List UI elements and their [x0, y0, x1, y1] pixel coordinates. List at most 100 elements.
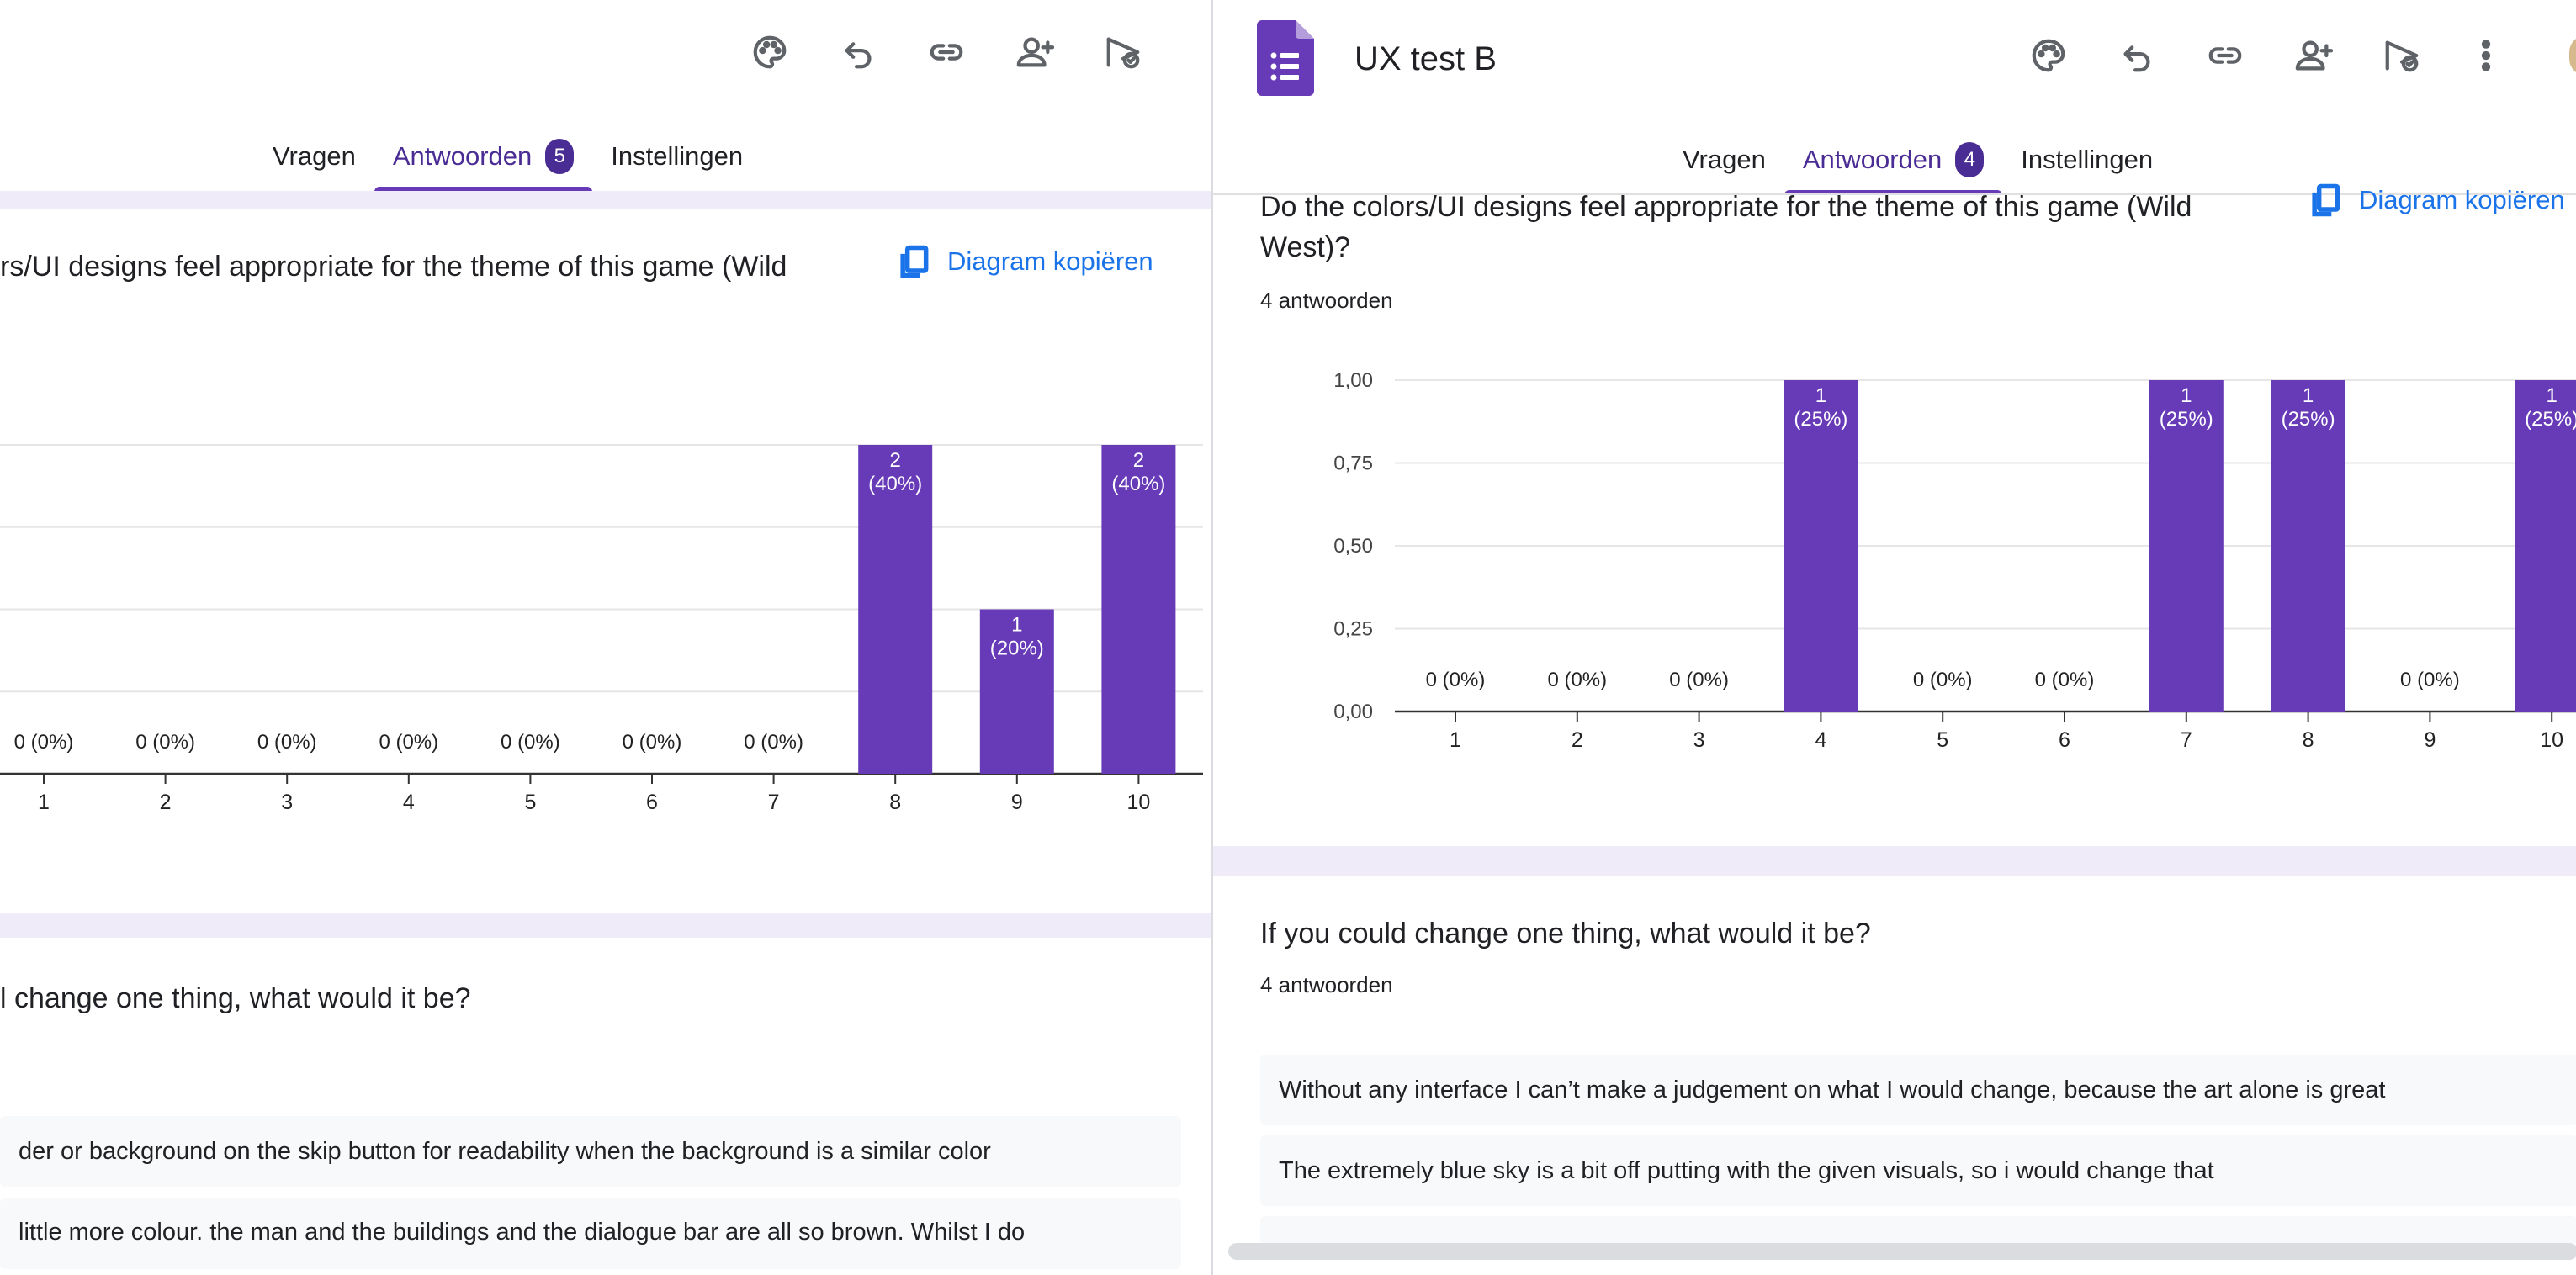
- bar-value-label: 1: [2547, 384, 2557, 407]
- bar-percent-label: (25%): [2282, 408, 2335, 431]
- response-count: 4 antwoorden: [1260, 972, 1393, 997]
- avatar[interactable]: [2569, 35, 2576, 76]
- bar-value-label: 1: [1011, 614, 1022, 637]
- bar-value-label: 2: [890, 449, 901, 472]
- x-tick-label: 1: [1450, 728, 1461, 752]
- bar-value-label: 0 (0%): [1426, 669, 1486, 691]
- tab-questions[interactable]: Vragen: [1664, 136, 1784, 183]
- bar-percent-label: (40%): [1111, 473, 1165, 495]
- answer-item: der or background on the skip button for…: [0, 1116, 1181, 1187]
- x-tick-label: 8: [2303, 728, 2314, 752]
- x-tick-label: 6: [2059, 728, 2070, 752]
- bar-percent-label: (25%): [1794, 408, 1847, 431]
- tab-settings-label: Instellingen: [2021, 145, 2154, 174]
- undo-icon[interactable]: [835, 29, 882, 76]
- x-tick-label: 8: [889, 791, 901, 814]
- text-question-card: If you could change one thing, what woul…: [1213, 876, 2576, 1275]
- undo-icon[interactable]: [2113, 32, 2160, 79]
- tab-responses-label: Antwoorden: [392, 141, 533, 171]
- bar-percent-label: (25%): [2525, 408, 2576, 431]
- responses-count-badge: 4: [1955, 142, 1985, 177]
- bar-percent-label: (40%): [868, 473, 922, 495]
- x-tick-label: 7: [768, 791, 780, 814]
- tab-responses-label: Antwoorden: [1802, 145, 1943, 174]
- question-title: l change one thing, what would it be?: [0, 982, 471, 1014]
- tab-questions-label: Vragen: [273, 141, 356, 171]
- add-collaborator-icon[interactable]: [1011, 29, 1058, 76]
- bar-value-label: 0 (0%): [257, 731, 317, 754]
- y-tick-label: 0,50: [1333, 535, 1373, 558]
- x-tick-label: 10: [1126, 791, 1150, 814]
- x-tick-label: 2: [1572, 728, 1583, 752]
- section-separator: [0, 913, 1211, 938]
- chart-question-card: Do the colors/UI designs feel appropriat…: [1213, 183, 2576, 846]
- bar-value-label: 0 (0%): [623, 731, 682, 754]
- bar-value-label: 0 (0%): [1669, 669, 1729, 691]
- tab-bar: Vragen Antwoorden 4 Instellingen: [1664, 136, 2171, 195]
- y-tick-label: 1,00: [1333, 369, 1373, 392]
- x-tick-label: 3: [1693, 728, 1705, 752]
- bar-value-label: 0 (0%): [135, 731, 195, 754]
- add-collaborator-icon[interactable]: [2290, 32, 2337, 79]
- x-tick-label: 5: [1937, 728, 1948, 752]
- y-tick-label: 0,75: [1333, 452, 1373, 475]
- forms-window-right: UX test B Vragen Antwoorden 4 Instellinge…: [1211, 0, 2576, 1275]
- tab-questions-label: Vragen: [1683, 145, 1766, 174]
- question-title: If you could change one thing, what woul…: [1260, 918, 1871, 950]
- tab-questions[interactable]: Vragen: [254, 133, 374, 180]
- chart-question-card: rs/UI designs feel appropriate for the t…: [0, 209, 1211, 913]
- x-tick-label: 7: [2181, 728, 2192, 752]
- bar-value-label: 1: [2181, 384, 2192, 407]
- x-tick-label: 3: [281, 791, 293, 814]
- section-separator: [1213, 846, 2576, 876]
- tab-bar: Vragen Antwoorden 5 Instellingen: [254, 133, 761, 192]
- forms-window-left: Vragen Antwoorden 5 Instellingen rs/UI de…: [0, 0, 1211, 1275]
- bar-value-label: 0 (0%): [14, 731, 74, 754]
- send-check-icon[interactable]: [1100, 29, 1147, 76]
- bar-value-label: 0 (0%): [379, 731, 438, 754]
- x-tick-label: 9: [1011, 791, 1023, 814]
- answer-item: little more colour. the man and the buil…: [0, 1198, 1181, 1269]
- bar-value-label: 0 (0%): [1547, 669, 1607, 691]
- tab-responses[interactable]: Antwoorden 4: [1784, 136, 2003, 195]
- link-icon[interactable]: [923, 29, 970, 76]
- responses-count-badge: 5: [545, 139, 575, 174]
- x-tick-label: 6: [646, 791, 658, 814]
- bar-value-label: 1: [2303, 384, 2314, 407]
- x-tick-label: 10: [2540, 728, 2563, 752]
- bar-chart: 1 0 (0%) 2 0 (0%) 3 0 (0%) 4 0 (0%) 5 0 (0%) 6 0 (0…: [0, 444, 1203, 814]
- text-question-card: l change one thing, what would it be? de…: [0, 938, 1211, 1275]
- bar-chart: 0,00 0,25 0,50 0,75 1,00 1 0 (0%) 2 0 (0%) 3 0 (0%…: [1333, 369, 2576, 752]
- bar-value-label: 0 (0%): [501, 731, 560, 754]
- x-tick-label: 1: [38, 791, 50, 814]
- x-tick-label: 4: [1815, 728, 1826, 752]
- palette-icon[interactable]: [2025, 32, 2072, 79]
- tab-settings-label: Instellingen: [611, 141, 744, 171]
- palette-icon[interactable]: [746, 29, 793, 76]
- bar-value-label: 0 (0%): [2400, 669, 2460, 691]
- tab-settings[interactable]: Instellingen: [592, 133, 761, 180]
- tab-responses[interactable]: Antwoorden 5: [374, 133, 593, 192]
- x-tick-label: 2: [160, 791, 172, 814]
- link-icon[interactable]: [2202, 32, 2249, 79]
- bar-value-label: 0 (0%): [744, 731, 803, 754]
- x-tick-label: 4: [403, 791, 415, 814]
- form-title[interactable]: UX test B: [1354, 40, 1497, 78]
- answer-item: The extremely blue sky is a bit off putt…: [1260, 1135, 2576, 1206]
- answer-item: Without any interface I can’t make a jud…: [1260, 1055, 2576, 1125]
- bar-value-label: 2: [1133, 449, 1144, 472]
- x-tick-label: 9: [2424, 728, 2436, 752]
- send-check-icon[interactable]: [2378, 32, 2425, 79]
- tab-settings[interactable]: Instellingen: [2002, 136, 2171, 183]
- y-tick-label: 0,25: [1333, 618, 1373, 641]
- y-tick-label: 0,00: [1333, 701, 1373, 723]
- section-separator: [0, 191, 1211, 209]
- bar-value-label: 0 (0%): [1913, 669, 1973, 691]
- horizontal-scrollbar[interactable]: [1228, 1243, 2576, 1260]
- bar-value-label: 1: [1815, 384, 1826, 407]
- bar-value-label: 0 (0%): [2035, 669, 2095, 691]
- bar-percent-label: (25%): [2160, 408, 2213, 431]
- bar-percent-label: (20%): [990, 638, 1044, 660]
- forms-logo-icon[interactable]: [1257, 20, 1314, 96]
- more-vert-icon[interactable]: [2462, 32, 2510, 79]
